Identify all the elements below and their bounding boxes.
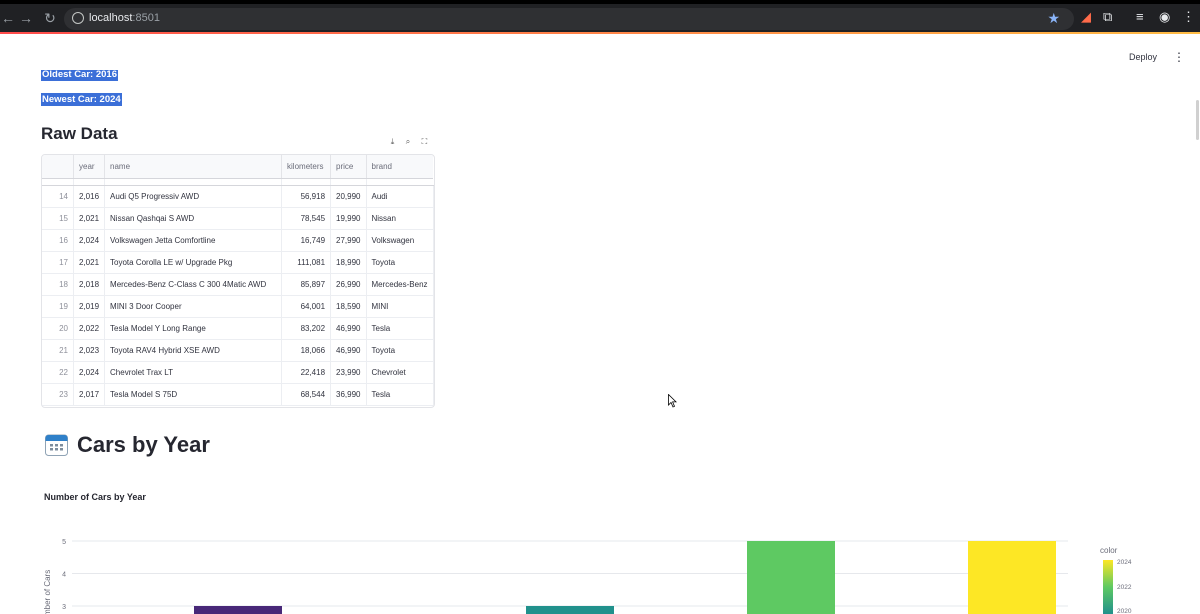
table-row[interactable]: 23 2,017 Tesla Model S 75D 68,544 36,990 Tesl…	[42, 383, 434, 406]
app-header-decoration	[0, 32, 1200, 34]
back-icon[interactable]: ←	[0, 10, 16, 26]
column-header-brand[interactable]: brand	[366, 155, 434, 179]
main-menu-icon[interactable]: ⋮	[1173, 50, 1185, 64]
legend-tick-label: 2024	[1117, 559, 1132, 566]
bar	[747, 541, 835, 614]
browser-chrome: ← → ↻ localhost:8501 ★ ◢ ⧉ ≡ ◉ ⋮	[0, 0, 1200, 34]
bookmark-star-icon[interactable]: ★	[1047, 10, 1060, 27]
fullscreen-icon[interactable]: ⛶	[422, 137, 428, 150]
search-icon[interactable]: ⌕	[406, 137, 410, 150]
column-header-year[interactable]: year	[73, 155, 106, 179]
legend-tick-label: 2020	[1117, 608, 1132, 614]
media-control-icon[interactable]: ≡	[1136, 9, 1144, 24]
table-row[interactable]: 16 2,024 Volkswagen Jetta Comfortline 16,74…	[42, 229, 434, 252]
download-icon[interactable]: ⤓	[391, 137, 395, 150]
site-info-icon[interactable]	[72, 12, 84, 24]
table-row[interactable]: 20 2,022 Tesla Model Y Long Range 83,202 46,…	[42, 317, 434, 340]
table-row[interactable]: 14 2,016 Audi Q5 Progressiv AWD 56,918 20,99…	[42, 185, 434, 208]
profile-icon[interactable]: ◉	[1159, 9, 1170, 25]
bar	[968, 541, 1056, 614]
legend-tick-label: 2022	[1117, 584, 1132, 591]
y-tick-label: 4	[62, 572, 66, 579]
extension-icon[interactable]: ◢	[1081, 9, 1091, 25]
bar	[194, 606, 282, 614]
chrome-menu-icon[interactable]: ⋮	[1182, 9, 1195, 25]
oldest-car-text: Oldest Car: 2016	[41, 69, 118, 81]
raw-data-table[interactable]: year name kilometers price brand 14 2,016…	[41, 154, 435, 408]
table-row[interactable]: 19 2,019 MINI 3 Door Cooper 64,001 18,590 MIN…	[42, 295, 434, 318]
newest-car-text: Newest Car: 2024	[41, 93, 122, 106]
deploy-button[interactable]: Deploy	[1129, 52, 1157, 62]
table-row-partial	[42, 178, 434, 186]
table-row[interactable]: 21 2,023 Toyota RAV4 Hybrid XSE AWD 18,066 4…	[42, 339, 434, 362]
url-text: localhost:8501	[89, 12, 160, 24]
forward-icon[interactable]: →	[18, 10, 34, 26]
calendar-icon	[45, 434, 68, 456]
column-header-kilometers[interactable]: kilometers	[281, 155, 332, 179]
table-row[interactable]: 22 2,024 Chevrolet Trax LT 22,418 23,990 Chev…	[42, 361, 434, 384]
table-header-row: year name kilometers price brand	[42, 155, 434, 179]
table-row[interactable]: 18 2,018 Mercedes-Benz C-Class C 300 4Mati…	[42, 273, 434, 296]
reload-icon[interactable]: ↻	[42, 10, 58, 26]
column-header-name[interactable]: name	[104, 155, 283, 179]
column-header-price[interactable]: price	[330, 155, 367, 179]
column-header-index[interactable]	[42, 155, 74, 179]
tab-strip	[0, 0, 1200, 4]
legend-title: color	[1100, 546, 1118, 555]
table-row[interactable]: 15 2,021 Nissan Qashqai S AWD 78,545 19,990 N…	[42, 207, 434, 230]
legend-colorbar	[1103, 560, 1113, 614]
extensions-puzzle-icon[interactable]: ⧉	[1103, 9, 1112, 25]
raw-data-heading: Raw Data	[41, 124, 118, 143]
y-tick-label: 5	[62, 539, 66, 546]
y-tick-label: 3	[62, 604, 66, 611]
bar	[526, 606, 614, 614]
table-row[interactable]: 17 2,021 Toyota Corolla LE w/ Upgrade Pkg 1…	[42, 251, 434, 274]
dataframe-toolbar: ⤓ ⌕ ⛶	[385, 137, 433, 150]
chart-title: Number of Cars by Year	[44, 492, 146, 502]
page-scrollbar[interactable]	[1196, 100, 1199, 140]
address-bar[interactable]: localhost:8501 ★	[64, 8, 1074, 30]
cars-by-year-heading: Cars by Year	[77, 432, 210, 457]
y-axis-label: Number of Cars	[43, 570, 52, 614]
mouse-cursor-icon	[668, 394, 677, 408]
